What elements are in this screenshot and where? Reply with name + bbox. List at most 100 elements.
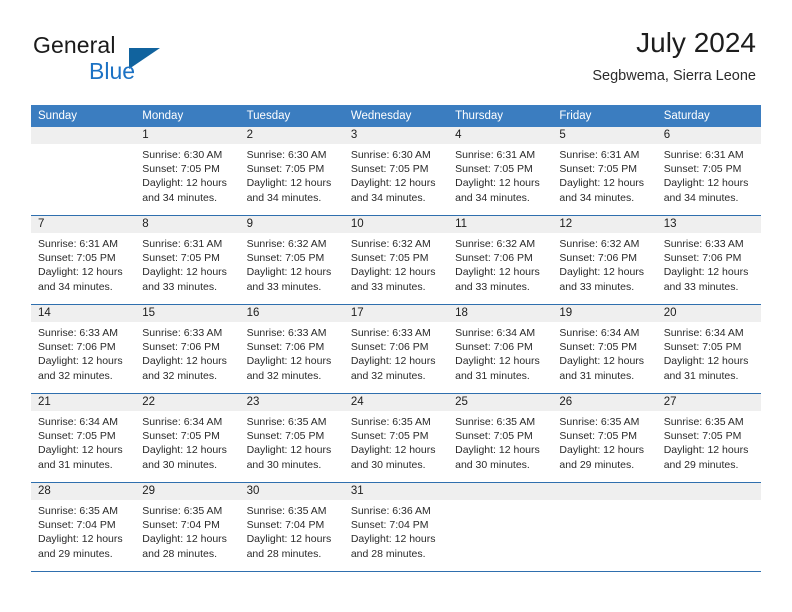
day-cell[interactable]: Sunrise: 6:32 AM Sunset: 7:05 PM Daylight:… (240, 233, 344, 304)
day-number[interactable]: 30 (240, 483, 344, 500)
day-number-empty (552, 483, 656, 500)
daylight-text-line2: and 32 minutes. (246, 369, 322, 382)
day-cell[interactable]: Sunrise: 6:36 AM Sunset: 7:04 PM Daylight:… (344, 500, 448, 571)
day-cell[interactable]: Sunrise: 6:33 AM Sunset: 7:06 PM Daylight:… (344, 322, 448, 393)
day-cell[interactable]: Sunrise: 6:31 AM Sunset: 7:05 PM Daylight:… (135, 233, 239, 304)
day-number[interactable]: 29 (135, 483, 239, 500)
sunset-text: Sunset: 7:05 PM (246, 252, 325, 265)
day-cell[interactable]: Sunrise: 6:30 AM Sunset: 7:05 PM Daylight:… (240, 144, 344, 215)
day-number[interactable]: 16 (240, 305, 344, 322)
day-number[interactable]: 25 (448, 394, 552, 411)
day-cell[interactable]: Sunrise: 6:30 AM Sunset: 7:05 PM Daylight:… (344, 144, 448, 215)
day-cell[interactable]: Sunrise: 6:30 AM Sunset: 7:05 PM Daylight:… (135, 144, 239, 215)
page-subtitle-location: Segbwema, Sierra Leone (592, 68, 756, 84)
daylight-text-line1: Daylight: 12 hours (142, 177, 227, 190)
day-number[interactable]: 7 (31, 216, 135, 233)
day-cell[interactable]: Sunrise: 6:31 AM Sunset: 7:05 PM Daylight:… (448, 144, 552, 215)
daylight-text-line1: Daylight: 12 hours (350, 444, 436, 457)
daylight-text-line1: Daylight: 12 hours (350, 355, 436, 368)
sunset-text: Sunset: 7:04 PM (246, 519, 325, 532)
day-cell[interactable]: Sunrise: 6:31 AM Sunset: 7:05 PM Daylight:… (657, 144, 761, 215)
day-number[interactable]: 12 (552, 216, 656, 233)
daylight-text-line1: Daylight: 12 hours (142, 533, 227, 546)
day-number[interactable]: 27 (657, 394, 761, 411)
day-number[interactable]: 21 (31, 394, 135, 411)
day-number[interactable]: 1 (135, 127, 239, 144)
day-cell[interactable]: Sunrise: 6:35 AM Sunset: 7:05 PM Daylight:… (344, 411, 448, 482)
day-number[interactable]: 15 (135, 305, 239, 322)
day-cell[interactable]: Sunrise: 6:31 AM Sunset: 7:05 PM Daylight:… (552, 144, 656, 215)
day-cell[interactable]: Sunrise: 6:32 AM Sunset: 7:06 PM Daylight:… (448, 233, 552, 304)
daylight-text-line2: and 33 minutes. (350, 280, 426, 293)
sunset-text: Sunset: 7:05 PM (663, 163, 742, 176)
daylight-text-line2: and 34 minutes. (455, 191, 530, 204)
sunset-text: Sunset: 7:05 PM (246, 430, 325, 443)
daylight-text-line2: and 28 minutes. (350, 547, 426, 560)
day-number[interactable]: 20 (657, 305, 761, 322)
sunrise-text: Sunrise: 6:31 AM (663, 149, 744, 161)
day-cell[interactable]: Sunrise: 6:35 AM Sunset: 7:05 PM Daylight:… (448, 411, 552, 482)
day-number[interactable]: 6 (657, 127, 761, 144)
day-cell[interactable]: Sunrise: 6:32 AM Sunset: 7:06 PM Daylight:… (552, 233, 656, 304)
day-cell[interactable]: Sunrise: 6:33 AM Sunset: 7:06 PM Daylight:… (135, 322, 239, 393)
sunset-text: Sunset: 7:04 PM (38, 519, 116, 532)
day-number[interactable]: 8 (135, 216, 239, 233)
daylight-text-line1: Daylight: 12 hours (246, 266, 332, 279)
day-cell-empty (448, 500, 552, 571)
daylight-text-line2: and 32 minutes. (350, 369, 426, 382)
day-number[interactable]: 10 (344, 216, 448, 233)
day-cell[interactable]: Sunrise: 6:35 AM Sunset: 7:05 PM Daylight:… (657, 411, 761, 482)
day-cell[interactable]: Sunrise: 6:35 AM Sunset: 7:04 PM Daylight:… (31, 500, 135, 571)
day-number[interactable]: 18 (448, 305, 552, 322)
day-cell[interactable]: Sunrise: 6:34 AM Sunset: 7:06 PM Daylight:… (448, 322, 552, 393)
calendar-week-row: 21 22 23 24 25 26 27 Sunrise: 6:34 AM Sunset: 7:… (31, 394, 761, 483)
day-number[interactable]: 5 (552, 127, 656, 144)
day-number[interactable]: 26 (552, 394, 656, 411)
sunset-text: Sunset: 7:04 PM (142, 519, 220, 532)
day-number[interactable]: 14 (31, 305, 135, 322)
day-number[interactable]: 19 (552, 305, 656, 322)
sunrise-text: Sunrise: 6:35 AM (38, 505, 118, 517)
day-number[interactable]: 3 (344, 127, 448, 144)
day-number[interactable]: 28 (31, 483, 135, 500)
weekday-header-tuesday: Tuesday (246, 110, 291, 122)
day-cell[interactable]: Sunrise: 6:35 AM Sunset: 7:04 PM Daylight:… (135, 500, 239, 571)
day-cell[interactable]: Sunrise: 6:34 AM Sunset: 7:05 PM Daylight:… (657, 322, 761, 393)
daylight-text-line2: and 34 minutes. (38, 280, 113, 293)
day-cell[interactable]: Sunrise: 6:35 AM Sunset: 7:05 PM Daylight:… (552, 411, 656, 482)
day-cell[interactable]: Sunrise: 6:34 AM Sunset: 7:05 PM Daylight:… (31, 411, 135, 482)
day-cell[interactable]: Sunrise: 6:33 AM Sunset: 7:06 PM Daylight:… (31, 322, 135, 393)
day-number[interactable]: 4 (448, 127, 552, 144)
day-cell[interactable]: Sunrise: 6:34 AM Sunset: 7:05 PM Daylight:… (552, 322, 656, 393)
day-cell[interactable]: Sunrise: 6:35 AM Sunset: 7:04 PM Daylight:… (240, 500, 344, 571)
day-cell[interactable]: Sunrise: 6:33 AM Sunset: 7:06 PM Daylight:… (240, 322, 344, 393)
day-cell[interactable]: Sunrise: 6:34 AM Sunset: 7:05 PM Daylight:… (135, 411, 239, 482)
daylight-text-line1: Daylight: 12 hours (38, 444, 123, 457)
day-number[interactable]: 11 (448, 216, 552, 233)
logo-text-general: General (33, 32, 116, 58)
day-cell[interactable]: Sunrise: 6:35 AM Sunset: 7:05 PM Daylight:… (240, 411, 344, 482)
daylight-text-line2: and 31 minutes. (455, 369, 530, 382)
day-number[interactable]: 17 (344, 305, 448, 322)
day-cell-empty (657, 500, 761, 571)
logo-text-blue: Blue (89, 58, 136, 84)
day-number[interactable]: 2 (240, 127, 344, 144)
sunset-text: Sunset: 7:05 PM (559, 341, 638, 354)
daylight-text-line2: and 34 minutes. (142, 191, 217, 204)
day-number[interactable]: 24 (344, 394, 448, 411)
day-number[interactable]: 9 (240, 216, 344, 233)
weekday-header-friday: Friday (559, 110, 592, 122)
day-number[interactable]: 22 (135, 394, 239, 411)
weekday-header-sunday: Sunday (38, 110, 78, 122)
sunrise-text: Sunrise: 6:31 AM (142, 238, 223, 250)
day-cell[interactable]: Sunrise: 6:33 AM Sunset: 7:06 PM Daylight:… (657, 233, 761, 304)
day-cell[interactable]: Sunrise: 6:32 AM Sunset: 7:05 PM Daylight:… (344, 233, 448, 304)
day-number[interactable]: 13 (657, 216, 761, 233)
daylight-text-line2: and 30 minutes. (350, 458, 426, 471)
calendar-week-row: 7 8 9 10 11 12 13 Sunrise: 6:31 AM Sunset: 7:05 … (31, 216, 761, 305)
daylight-text-line1: Daylight: 12 hours (246, 355, 332, 368)
day-cell[interactable]: Sunrise: 6:31 AM Sunset: 7:05 PM Daylight:… (31, 233, 135, 304)
day-number[interactable]: 31 (344, 483, 448, 500)
daylight-text-line2: and 30 minutes. (455, 458, 530, 471)
day-number[interactable]: 23 (240, 394, 344, 411)
